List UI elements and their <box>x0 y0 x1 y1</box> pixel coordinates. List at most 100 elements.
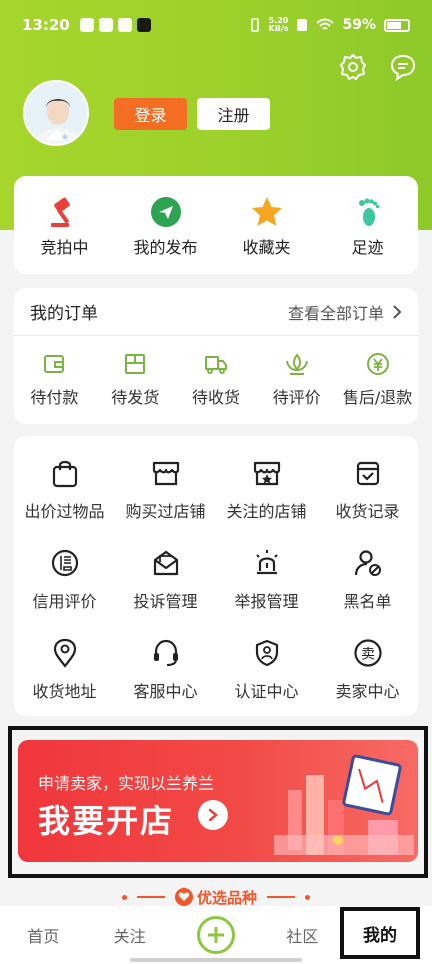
tool-bid-items[interactable]: 出价过物品 <box>14 456 115 536</box>
heart-icon <box>174 888 193 906</box>
sim-icon <box>297 19 308 31</box>
tool-verification-center[interactable]: 认证中心 <box>216 636 317 716</box>
login-button[interactable]: 登录 <box>114 98 187 130</box>
tool-receipt-records[interactable]: 收货记录 <box>317 456 418 536</box>
tool-label: 收货地址 <box>32 682 97 701</box>
notification-icon <box>79 18 94 32</box>
quick-action-bidding[interactable]: 竞拍中 <box>14 176 115 274</box>
tool-label: 出价过物品 <box>24 502 105 521</box>
decorative-dot <box>305 894 310 900</box>
tool-blacklist[interactable]: 黑名单 <box>317 546 418 626</box>
tab-mine[interactable]: 我的 <box>340 907 420 959</box>
open-shop-banner[interactable]: 申请卖家，实现以兰养兰 我要开店 <box>18 740 418 862</box>
shopping-bag-icon <box>48 456 82 490</box>
decorative-dot <box>121 894 127 900</box>
register-button[interactable]: 注册 <box>197 98 270 130</box>
quick-action-my-posts[interactable]: 我的发布 <box>115 176 216 274</box>
banner-subtitle: 申请卖家，实现以兰养兰 <box>38 774 215 793</box>
avatar[interactable] <box>23 80 89 146</box>
tab-community[interactable]: 社区 <box>259 906 345 964</box>
quick-actions-card: 竞拍中 我的发布 收藏夹 足迹 <box>14 176 418 274</box>
tool-label: 认证中心 <box>234 682 299 701</box>
location-pin-icon <box>48 636 82 670</box>
battery-icon <box>384 18 410 32</box>
tab-publish[interactable] <box>173 906 259 964</box>
complaint-icon <box>149 546 183 580</box>
decorative-line <box>267 896 295 898</box>
chevron-right-icon[interactable] <box>198 800 228 830</box>
order-status-to-ship[interactable]: 待发货 <box>95 350 176 408</box>
tool-shipping-address[interactable]: 收货地址 <box>14 636 115 716</box>
tools-grid: 出价过物品 购买过店铺 关注的店铺 收货记录 信用评价 投诉管理 举报管理 黑名… <box>14 456 418 716</box>
quick-action-label: 我的发布 <box>133 238 198 257</box>
wifi-icon <box>316 18 335 30</box>
shield-user-icon <box>250 636 284 670</box>
truck-icon <box>202 350 230 378</box>
gear-icon[interactable] <box>338 52 368 82</box>
tool-label: 黑名单 <box>343 592 392 611</box>
status-time: 13:20 <box>22 16 70 34</box>
home-indicator[interactable] <box>130 958 302 962</box>
paper-plane-icon <box>148 194 184 230</box>
tiktok-icon <box>136 18 151 32</box>
network-speed: 5.20 KB/s <box>269 17 289 33</box>
order-status-pending-payment[interactable]: 待付款 <box>14 350 95 408</box>
vibrate-icon <box>250 18 259 32</box>
tool-label: 客服中心 <box>133 682 198 701</box>
user-block-icon <box>351 546 385 580</box>
auction-hammer-icon <box>47 194 83 230</box>
orders-header: 我的订单 查看全部订单 <box>14 288 418 336</box>
quick-action-favorites[interactable]: 收藏夹 <box>216 176 317 274</box>
city-illustration <box>274 754 414 855</box>
decorative-line <box>136 896 165 898</box>
tool-reports[interactable]: 举报管理 <box>216 546 317 626</box>
package-icon <box>121 350 149 378</box>
notification-icon <box>117 18 132 32</box>
view-all-orders-link[interactable]: 查看全部订单 <box>288 300 402 324</box>
tab-follow[interactable]: 关注 <box>86 906 172 964</box>
tool-label: 收货记录 <box>335 502 400 521</box>
quick-action-label: 竞拍中 <box>40 238 89 257</box>
quick-action-label: 收藏夹 <box>242 238 291 257</box>
credit-icon <box>48 546 82 580</box>
chevron-right-icon <box>393 304 402 319</box>
banner-highlight-frame: 申请卖家，实现以兰养兰 我要开店 <box>8 726 428 878</box>
quick-action-footprint[interactable]: 足迹 <box>317 176 418 274</box>
view-all-orders-label: 查看全部订单 <box>287 303 384 323</box>
footprint-icon <box>350 194 386 230</box>
plus-icon <box>197 916 236 954</box>
tools-card: 出价过物品 购买过店铺 关注的店铺 收货记录 信用评价 投诉管理 举报管理 黑名… <box>14 436 418 716</box>
tool-purchased-stores[interactable]: 购买过店铺 <box>115 456 216 536</box>
tool-complaints[interactable]: 投诉管理 <box>115 546 216 626</box>
order-status-label: 待发货 <box>111 388 160 407</box>
tool-label: 举报管理 <box>234 592 299 611</box>
tool-label: 投诉管理 <box>133 592 198 611</box>
store-star-icon <box>250 456 284 490</box>
battery-percent: 59% <box>342 17 376 33</box>
order-status-label: 售后/退款 <box>342 388 413 407</box>
tool-seller-center[interactable]: 卖 卖家中心 <box>317 636 418 716</box>
seller-icon: 卖 <box>351 636 385 670</box>
tool-credit-rating[interactable]: 信用评价 <box>14 546 115 626</box>
promo-title-text: 优选品种 <box>196 888 257 907</box>
tool-label: 卖家中心 <box>335 682 400 701</box>
network-speed-unit: KB/s <box>268 24 289 33</box>
order-status-refund[interactable]: 售后/退款 <box>337 350 418 408</box>
star-icon <box>249 194 285 230</box>
storefront-icon <box>149 456 183 490</box>
order-status-to-receive[interactable]: 待收货 <box>176 350 257 408</box>
notification-icon <box>98 18 113 32</box>
chat-bubble-icon[interactable] <box>388 52 418 82</box>
tab-home[interactable]: 首页 <box>0 906 86 964</box>
headset-icon <box>149 636 183 670</box>
order-status-to-review[interactable]: 待评价 <box>256 350 337 408</box>
order-status-label: 待评价 <box>272 388 321 407</box>
tool-customer-service[interactable]: 客服中心 <box>115 636 216 716</box>
tool-followed-stores[interactable]: 关注的店铺 <box>216 456 317 536</box>
status-bar: 13:20 5.20 KB/s 59% <box>0 0 432 50</box>
header-actions <box>338 52 418 82</box>
promo-title: 优选品种 <box>174 887 257 908</box>
tool-label: 信用评价 <box>32 592 97 611</box>
status-right: 5.20 KB/s 59% <box>249 17 410 33</box>
quick-action-label: 足迹 <box>351 238 384 257</box>
